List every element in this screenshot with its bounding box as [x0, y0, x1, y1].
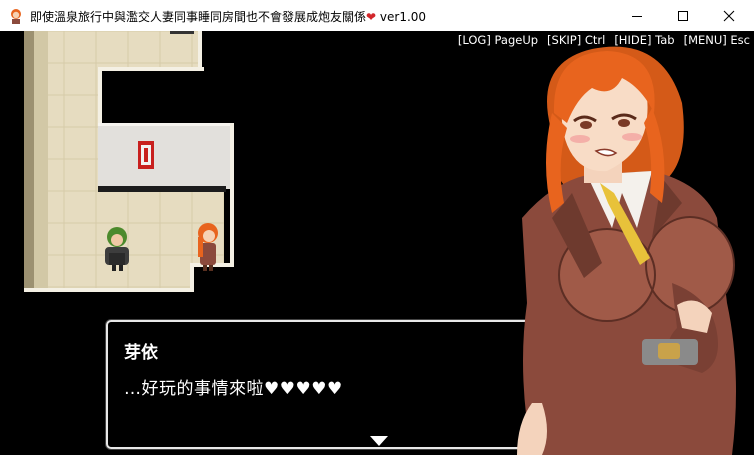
window-title-label: 即使溫泉旅行中與濫交人妻同事睡同房間也不會發展成炮友關係: [30, 10, 367, 24]
close-button[interactable]: [706, 0, 752, 31]
window-titlebar[interactable]: 即使溫泉旅行中與濫交人妻同事睡同房間也不會發展成炮友關係❤ ver1.00: [0, 0, 754, 32]
minimize-icon: [632, 15, 642, 17]
speaker-name: 芽依: [124, 343, 158, 363]
game-screen[interactable]: [LOG] PageUp [SKIP] Ctrl [HIDE] Tab [MENU] …: [0, 31, 754, 455]
player-sprite: [198, 223, 218, 271]
maximize-icon: [678, 10, 688, 21]
dialogue-text: …好玩的事情來啦♥♥♥♥♥: [124, 379, 343, 399]
message-window[interactable]: 芽依 …好玩的事情來啦♥♥♥♥♥: [106, 320, 550, 449]
title-heart-icon: ❤: [366, 10, 377, 24]
version-label: ver1.00: [379, 10, 427, 24]
maximize-button[interactable]: [660, 0, 706, 31]
close-icon: [723, 10, 735, 21]
triangle-down-icon[interactable]: [370, 436, 388, 446]
app-icon: [11, 9, 21, 24]
map-view: [24, 31, 234, 321]
window-title: 即使溫泉旅行中與濫交人妻同事睡同房間也不會發展成炮友關係❤ ver1.00: [30, 8, 426, 25]
character-portrait: [517, 46, 736, 455]
minimize-button[interactable]: [614, 0, 660, 31]
npc-sprite: [105, 227, 129, 271]
